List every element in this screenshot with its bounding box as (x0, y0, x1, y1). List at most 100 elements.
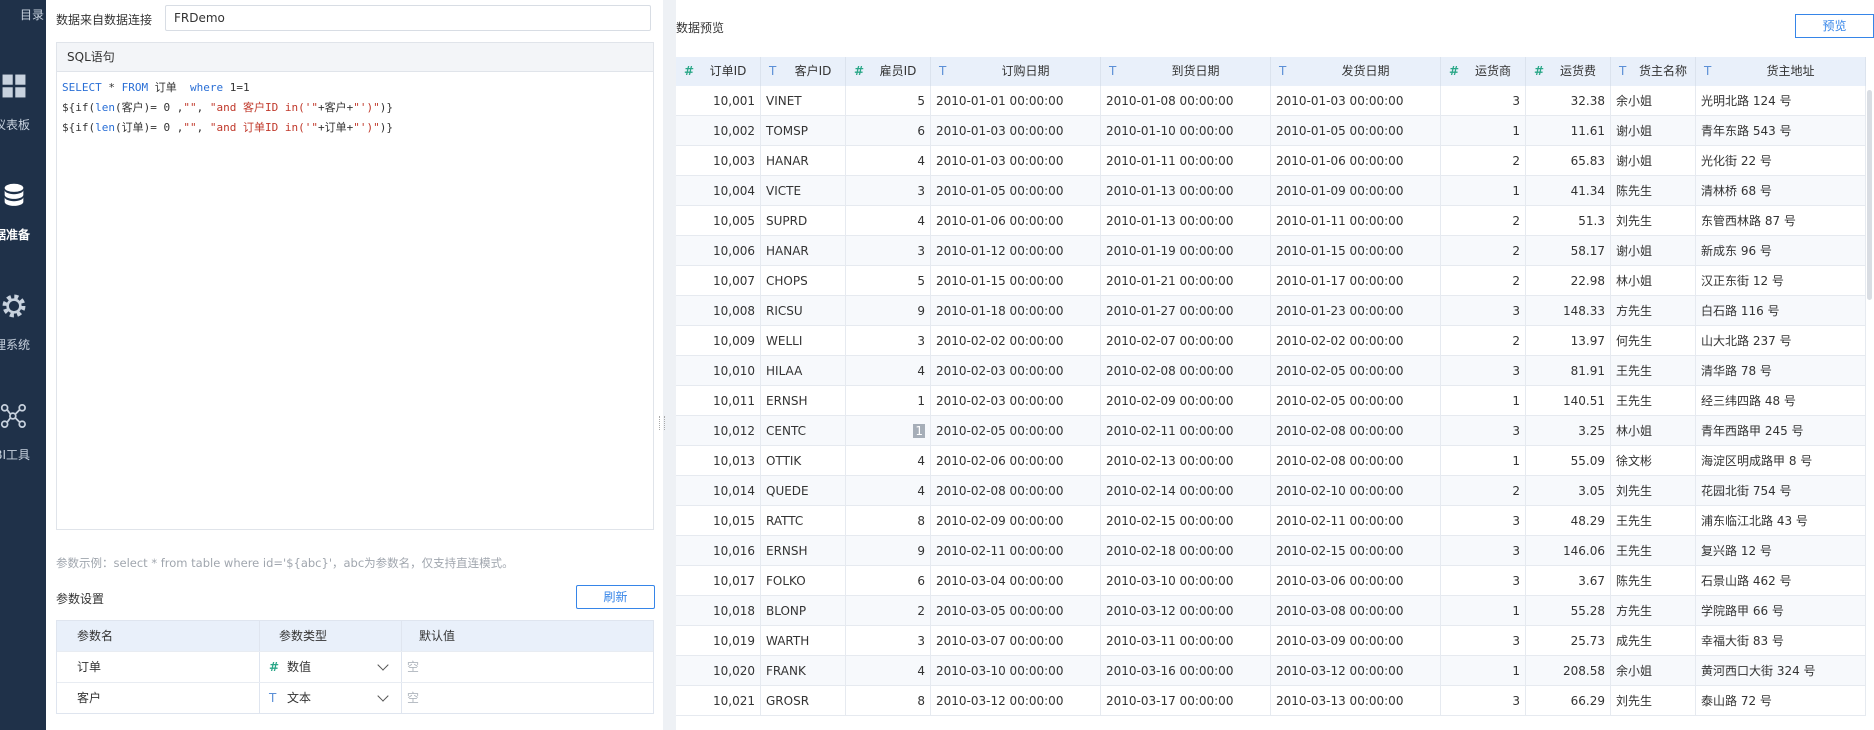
table-cell[interactable]: 何先生 (1611, 326, 1696, 356)
table-cell[interactable]: 刘先生 (1611, 476, 1696, 506)
table-cell[interactable]: 2010-01-08 00:00:00 (1101, 86, 1271, 116)
column-header[interactable]: # 雇员ID (846, 57, 931, 86)
table-cell[interactable]: 2010-02-13 00:00:00 (1101, 446, 1271, 476)
table-cell[interactable]: 3 (1441, 506, 1526, 536)
table-cell[interactable]: 1 (1441, 656, 1526, 686)
table-cell[interactable]: 白石路 116 号 (1696, 296, 1866, 326)
table-cell[interactable]: 4 (846, 656, 931, 686)
table-cell[interactable]: 陈先生 (1611, 176, 1696, 206)
table-cell[interactable]: 2010-02-08 00:00:00 (1101, 356, 1271, 386)
table-cell[interactable]: 11.61 (1526, 116, 1611, 146)
table-cell[interactable]: 3 (1441, 686, 1526, 716)
table-cell[interactable]: 王先生 (1611, 536, 1696, 566)
table-cell[interactable]: 林小姐 (1611, 416, 1696, 446)
column-header[interactable]: # 运货费 (1526, 57, 1611, 86)
table-cell[interactable]: 3 (1441, 566, 1526, 596)
table-cell[interactable]: 148.33 (1526, 296, 1611, 326)
table-cell[interactable]: 2010-02-05 00:00:00 (1271, 386, 1441, 416)
table-cell[interactable]: FOLKO (761, 566, 846, 596)
table-cell[interactable]: 2010-02-11 00:00:00 (931, 536, 1101, 566)
table-cell[interactable]: 海淀区明成路甲 8 号 (1696, 446, 1866, 476)
table-cell[interactable]: 2010-01-03 00:00:00 (1271, 86, 1441, 116)
table-cell[interactable]: 140.51 (1526, 386, 1611, 416)
table-cell[interactable]: 清华路 78 号 (1696, 356, 1866, 386)
table-cell[interactable]: 2010-02-03 00:00:00 (931, 356, 1101, 386)
panel-resize-handle[interactable] (659, 416, 665, 430)
table-cell[interactable]: 2010-03-10 00:00:00 (1101, 566, 1271, 596)
table-cell[interactable]: HILAA (761, 356, 846, 386)
table-cell[interactable]: 2 (1441, 476, 1526, 506)
table-cell[interactable]: 4 (846, 146, 931, 176)
table-cell[interactable]: TOMSP (761, 116, 846, 146)
table-cell[interactable]: 2010-03-04 00:00:00 (931, 566, 1101, 596)
table-cell[interactable]: 9 (846, 296, 931, 326)
table-cell[interactable]: 8 (846, 506, 931, 536)
table-cell[interactable]: 2010-01-23 00:00:00 (1271, 296, 1441, 326)
table-cell[interactable]: 2010-01-06 00:00:00 (931, 206, 1101, 236)
table-cell[interactable]: 3 (1441, 536, 1526, 566)
table-cell[interactable]: HANAR (761, 146, 846, 176)
table-cell[interactable]: 2010-02-06 00:00:00 (931, 446, 1101, 476)
refresh-button[interactable]: 刷新 (576, 585, 655, 609)
table-cell[interactable]: 1 (1441, 176, 1526, 206)
table-cell[interactable]: 2010-01-09 00:00:00 (1271, 176, 1441, 206)
table-cell[interactable]: 余小姐 (1611, 656, 1696, 686)
table-cell[interactable]: 学院路甲 66 号 (1696, 596, 1866, 626)
sidebar-item-bi-tools[interactable]: BI工具 (0, 400, 46, 470)
column-header[interactable]: T 货主名称 (1611, 57, 1696, 86)
table-cell[interactable]: FRANK (761, 656, 846, 686)
table-cell[interactable]: 10,015 (676, 506, 761, 536)
table-cell[interactable]: 青年西路甲 245 号 (1696, 416, 1866, 446)
table-cell[interactable]: 5 (846, 86, 931, 116)
table-cell[interactable]: 48.29 (1526, 506, 1611, 536)
table-cell[interactable]: 4 (846, 446, 931, 476)
table-cell[interactable]: 3 (1441, 86, 1526, 116)
table-cell[interactable]: 余小姐 (1611, 86, 1696, 116)
table-cell[interactable]: 3 (846, 626, 931, 656)
table-cell[interactable]: 10,002 (676, 116, 761, 146)
table-cell[interactable]: 3 (1441, 356, 1526, 386)
table-cell[interactable]: 东管西林路 87 号 (1696, 206, 1866, 236)
table-cell[interactable]: 10,012 (676, 416, 761, 446)
column-header[interactable]: T 订购日期 (931, 57, 1101, 86)
table-cell[interactable]: 青年东路 543 号 (1696, 116, 1866, 146)
table-cell[interactable]: 2010-01-11 00:00:00 (1101, 146, 1271, 176)
table-cell[interactable]: 10,006 (676, 236, 761, 266)
table-cell[interactable]: 2010-01-19 00:00:00 (1101, 236, 1271, 266)
param-default-input[interactable]: 空 (407, 683, 419, 713)
table-cell[interactable]: 10,001 (676, 86, 761, 116)
table-cell[interactable]: 10,009 (676, 326, 761, 356)
table-cell[interactable]: SUPRD (761, 206, 846, 236)
table-cell[interactable]: 2010-02-08 00:00:00 (931, 476, 1101, 506)
sidebar-item-data-prep[interactable]: 数据准备 (0, 180, 46, 250)
table-cell[interactable]: 1 (846, 386, 931, 416)
table-cell[interactable]: 2010-01-12 00:00:00 (931, 236, 1101, 266)
param-type-select[interactable]: 数值 (287, 652, 311, 682)
table-cell[interactable]: 208.58 (1526, 656, 1611, 686)
table-cell[interactable]: 林小姐 (1611, 266, 1696, 296)
table-cell[interactable]: 2010-01-21 00:00:00 (1101, 266, 1271, 296)
table-cell[interactable]: 10,018 (676, 596, 761, 626)
table-cell[interactable]: 汉正东街 12 号 (1696, 266, 1866, 296)
table-cell[interactable]: 2010-01-03 00:00:00 (931, 146, 1101, 176)
table-cell[interactable]: RICSU (761, 296, 846, 326)
table-cell[interactable]: 2010-03-12 00:00:00 (1101, 596, 1271, 626)
table-cell[interactable]: CENTC (761, 416, 846, 446)
table-cell[interactable]: HANAR (761, 236, 846, 266)
table-cell[interactable]: 2010-02-09 00:00:00 (931, 506, 1101, 536)
table-cell[interactable]: ERNSH (761, 386, 846, 416)
table-cell[interactable]: 10,017 (676, 566, 761, 596)
table-cell[interactable]: 2010-02-15 00:00:00 (1101, 506, 1271, 536)
table-cell[interactable]: 2010-03-17 00:00:00 (1101, 686, 1271, 716)
table-cell[interactable]: 2010-01-27 00:00:00 (1101, 296, 1271, 326)
table-cell[interactable]: 2010-01-06 00:00:00 (1271, 146, 1441, 176)
table-cell[interactable]: 2010-01-03 00:00:00 (931, 116, 1101, 146)
sql-editor[interactable]: SQL语句 SELECT * FROM 订单 where 1=1 ${if(le… (56, 42, 654, 530)
table-cell[interactable]: 6 (846, 116, 931, 146)
table-cell[interactable]: 2010-03-13 00:00:00 (1271, 686, 1441, 716)
table-cell[interactable]: 经三纬四路 48 号 (1696, 386, 1866, 416)
param-type-select[interactable]: 文本 (287, 683, 311, 713)
table-cell[interactable]: 2010-01-13 00:00:00 (1101, 176, 1271, 206)
table-cell[interactable]: QUEDE (761, 476, 846, 506)
table-cell[interactable]: 2010-03-05 00:00:00 (931, 596, 1101, 626)
